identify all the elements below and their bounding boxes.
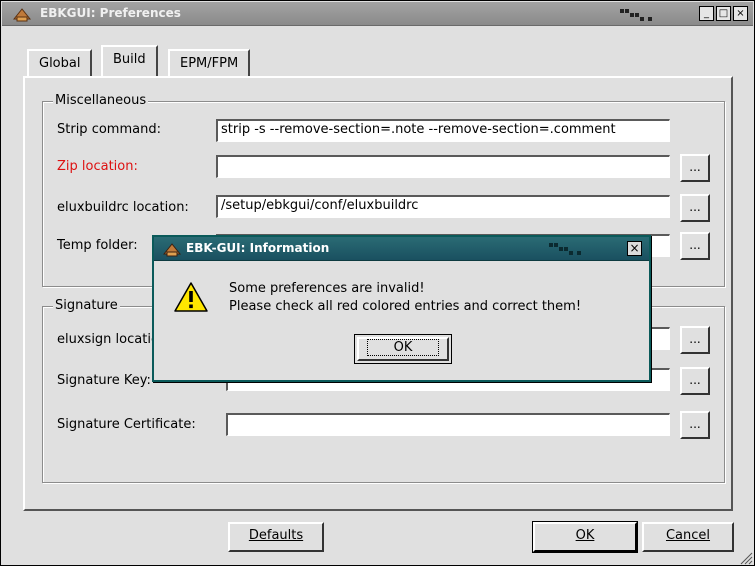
zip-location-field[interactable] — [216, 155, 670, 178]
window-grip-icon — [549, 243, 581, 255]
strip-command-field[interactable]: strip -s --remove-section=.note --remove… — [216, 119, 670, 142]
signature-key-browse-button[interactable]: ... — [680, 367, 710, 395]
dialog-titlebar[interactable]: EBK-GUI: Information × — [154, 237, 649, 261]
tab-build[interactable]: Build — [101, 45, 158, 76]
dialog-close-button[interactable]: × — [627, 241, 642, 256]
dialog-ok-button[interactable]: OK — [354, 334, 452, 364]
dialog-message-line-2: Please check all red colored entries and… — [229, 299, 582, 314]
defaults-label: Defaults — [248, 528, 304, 543]
ok-button[interactable]: OK — [532, 521, 638, 553]
strip-command-label: Strip command: — [57, 122, 161, 137]
tab-label: EPM/FPM — [180, 56, 239, 71]
defaults-button[interactable]: Defaults — [228, 522, 324, 552]
maximize-button[interactable]: □ — [716, 6, 731, 21]
group-title: Signature — [53, 298, 120, 314]
zip-browse-button[interactable]: ... — [680, 154, 710, 182]
app-icon — [162, 243, 182, 257]
temp-folder-browse-button[interactable]: ... — [680, 232, 710, 260]
dialog-ok-inner: OK — [357, 337, 449, 361]
window-grip-icon — [620, 9, 652, 21]
signature-key-label: Signature Key: — [57, 373, 151, 388]
zip-location-label: Zip location: — [57, 159, 138, 174]
close-button[interactable]: × — [733, 6, 748, 21]
tab-global[interactable]: Global — [27, 49, 93, 76]
information-dialog: EBK-GUI: Information × Some preferences … — [152, 235, 651, 382]
tab-label: Global — [39, 56, 81, 71]
eluxbuildrc-browse-button[interactable]: ... — [680, 194, 710, 222]
dialog-ok-label: OK — [366, 339, 440, 356]
tab-epm-fpm[interactable]: EPM/FPM — [168, 49, 251, 76]
eluxbuildrc-location-label: eluxbuildrc location: — [57, 200, 189, 215]
eluxsign-browse-button[interactable]: ... — [680, 326, 710, 354]
ok-label: OK — [575, 528, 595, 543]
resize-grip-icon[interactable] — [737, 551, 753, 565]
signature-certificate-browse-button[interactable]: ... — [680, 411, 710, 439]
temp-folder-label: Temp folder: — [57, 238, 138, 253]
dialog-message-line-1: Some preferences are invalid! — [229, 281, 425, 296]
dialog-title: EBK-GUI: Information — [186, 241, 330, 255]
tab-label: Build — [113, 52, 146, 67]
signature-certificate-field[interactable] — [226, 413, 670, 436]
app-icon — [12, 8, 32, 22]
window-title: EBKGUI: Preferences — [40, 6, 181, 20]
minimize-button[interactable]: _ — [699, 6, 714, 21]
group-title: Miscellaneous — [53, 93, 149, 109]
signature-certificate-label: Signature Certificate: — [57, 417, 196, 432]
eluxbuildrc-location-field[interactable]: /setup/ebkgui/conf/eluxbuildrc — [216, 195, 670, 218]
cancel-label: Cancel — [665, 528, 711, 543]
cancel-button[interactable]: Cancel — [642, 522, 734, 552]
warning-icon — [174, 282, 208, 312]
window-titlebar[interactable]: EBKGUI: Preferences _ □ × — [2, 2, 753, 26]
